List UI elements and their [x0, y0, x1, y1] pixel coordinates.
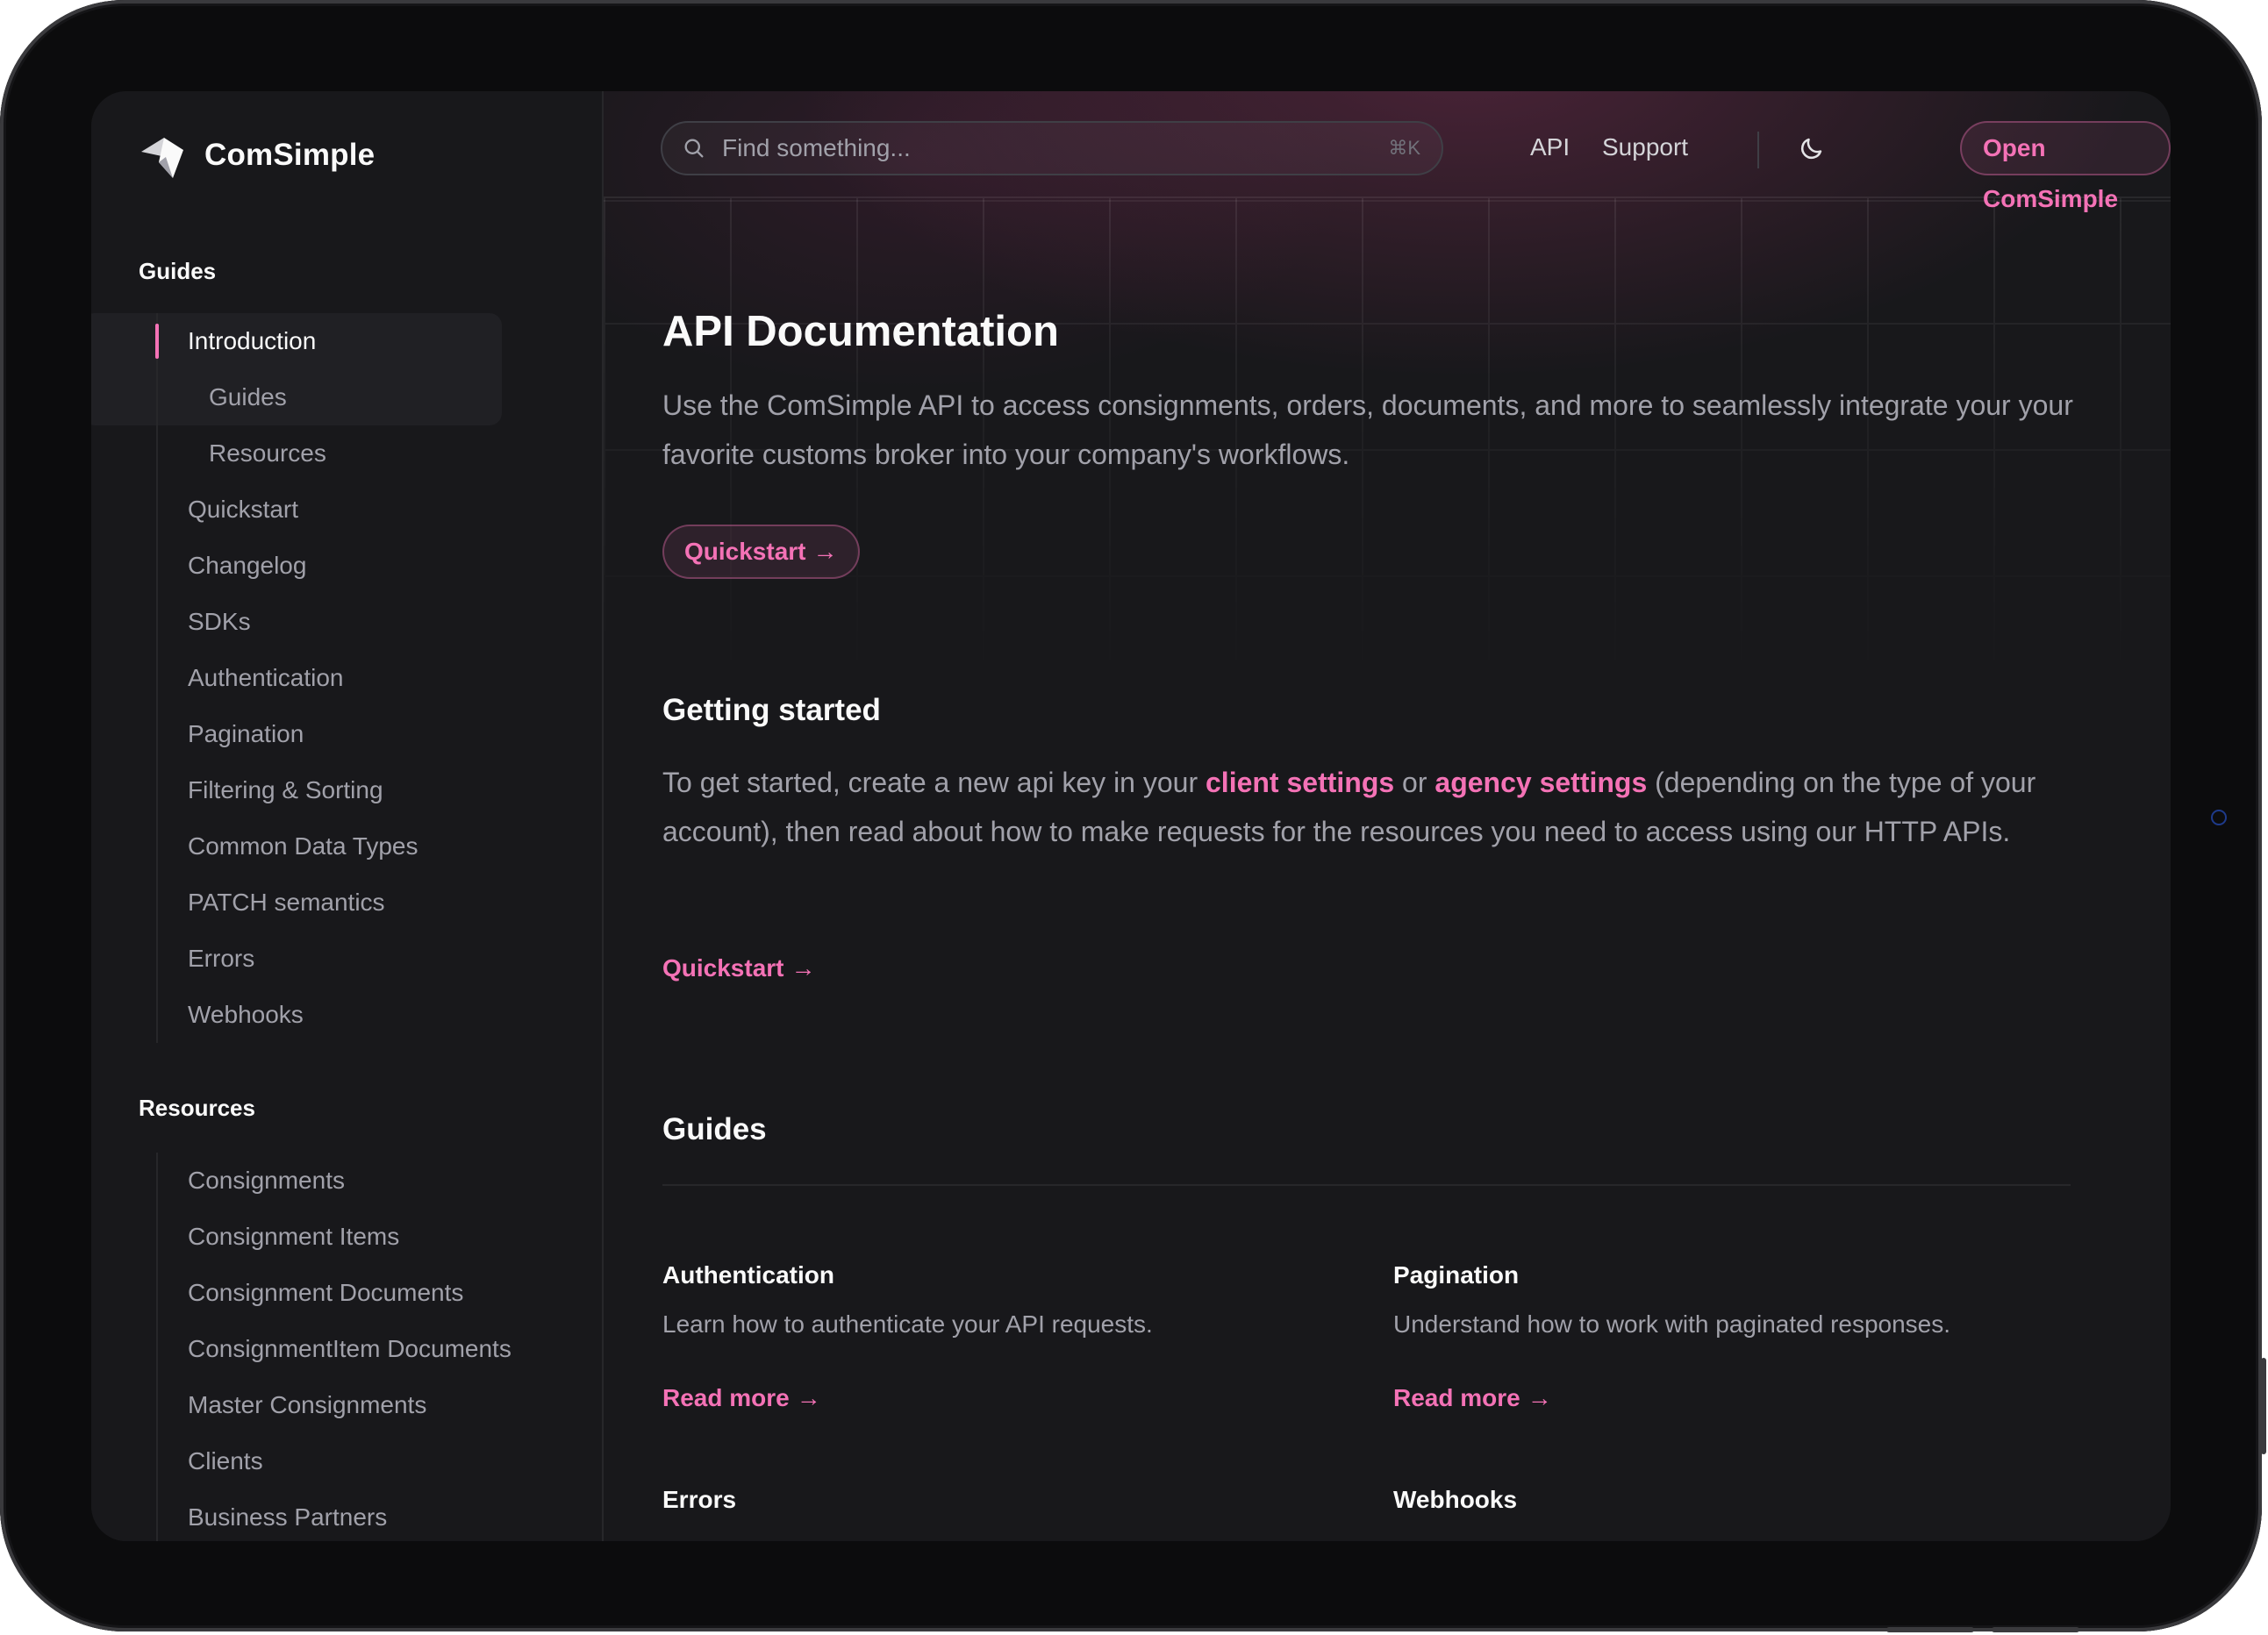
tablet-frame: ComSimple Guides Introduction Guides Resou… [0, 0, 2266, 1632]
read-more-link[interactable]: Read more → [1393, 1384, 1552, 1412]
guide-card-description: Understand how to work with paginated re… [1393, 1310, 1951, 1338]
hardware-button [2261, 1358, 2266, 1454]
sidebar-item-consignment-documents[interactable]: Consignment Documents [151, 1265, 562, 1321]
resources-nav: Consignments Consignment Items Consignment… [151, 1153, 562, 1541]
sidebar-item-business-partners[interactable]: Business Partners [151, 1489, 562, 1541]
sidebar-item-consignment-items[interactable]: Consignment Items [151, 1209, 562, 1265]
guides-nav: Introduction Guides Resources Quickstart Cha… [151, 313, 562, 1043]
getting-started-text-1: To get started, create a new api key in … [662, 767, 1206, 798]
sidebar-item-introduction[interactable]: Introduction [151, 313, 562, 369]
section-title-guides: Guides [662, 1112, 767, 1146]
sidebar-item-clients[interactable]: Clients [151, 1433, 562, 1489]
search-input[interactable]: Find something... ⌘K [661, 121, 1443, 175]
sidebar-item-webhooks[interactable]: Webhooks [151, 987, 562, 1043]
guide-card-description: Learn how to authenticate your API reque… [662, 1310, 1153, 1338]
hardware-button [1992, 1627, 2079, 1632]
brand-name: ComSimple [204, 138, 376, 172]
sidebar-item-pagination[interactable]: Pagination [151, 706, 562, 762]
main-content: Find something... ⌘K API Support Open Co… [604, 91, 2171, 1541]
quickstart-button-label: Quickstart [684, 538, 806, 565]
getting-started-text: To get started, create a new api key in … [662, 758, 2066, 856]
sidebar-item-changelog[interactable]: Changelog [151, 538, 562, 594]
arrow-right-icon: → [812, 538, 838, 565]
getting-started-text-2: or [1394, 767, 1435, 798]
client-settings-link[interactable]: client settings [1206, 767, 1394, 798]
quickstart-link[interactable]: Quickstart → [662, 954, 816, 982]
search-shortcut: ⌘K [1388, 137, 1420, 159]
agency-settings-link[interactable]: agency settings [1434, 767, 1647, 798]
sidebar-item-master-consignments[interactable]: Master Consignments [151, 1377, 562, 1433]
open-app-button[interactable]: Open ComSimple [1960, 121, 2171, 212]
search-icon [684, 139, 704, 158]
section-divider [662, 1184, 2071, 1186]
sidebar-item-quickstart[interactable]: Quickstart [151, 482, 562, 538]
quickstart-link-label: Quickstart [662, 954, 784, 982]
quickstart-button[interactable]: Quickstart → [662, 525, 860, 579]
sidebar-item-authentication[interactable]: Authentication [151, 650, 562, 706]
read-more-label: Read more [1393, 1384, 1520, 1411]
top-bar: Find something... ⌘K API Support Open Co… [604, 91, 2171, 212]
scroll-indicator [2211, 810, 2227, 825]
guide-card-title: Authentication [662, 1261, 834, 1289]
moon-icon[interactable] [1797, 133, 1827, 163]
page-lead: Use the ComSimple API to access consignm… [662, 389, 2073, 470]
sidebar-item-filtering-sorting[interactable]: Filtering & Sorting [151, 762, 562, 818]
sidebar-item-common-data-types[interactable]: Common Data Types [151, 818, 562, 875]
guide-card-title: Pagination [1393, 1261, 1520, 1289]
search-placeholder: Find something... [722, 134, 911, 161]
arrow-right-icon: → [796, 1384, 821, 1411]
app-window: ComSimple Guides Introduction Guides Resou… [91, 91, 2171, 1541]
active-indicator [155, 324, 159, 359]
page-title: API Documentation [662, 308, 1059, 355]
sidebar-item-guides[interactable]: Guides [151, 369, 562, 425]
logo-icon [141, 138, 183, 178]
guide-card-title: Errors [662, 1486, 737, 1513]
read-more-link[interactable]: Read more → [662, 1384, 821, 1412]
nav-link-api[interactable]: API [1530, 126, 1570, 168]
sidebar-item-errors[interactable]: Errors [151, 931, 562, 987]
topbar-divider [1757, 132, 1759, 168]
sidebar-item-resources[interactable]: Resources [151, 425, 562, 482]
brand-logo[interactable]: ComSimple [140, 131, 375, 180]
sidebar-item-sdks[interactable]: SDKs [151, 594, 562, 650]
guide-card-title: Webhooks [1393, 1486, 1518, 1513]
nav-link-support[interactable]: Support [1602, 126, 1688, 168]
read-more-label: Read more [662, 1384, 790, 1411]
arrow-right-icon: → [1527, 1384, 1552, 1411]
sidebar-item-consignments[interactable]: Consignments [151, 1153, 562, 1209]
sidebar-section-guides: Guides [139, 258, 217, 284]
hardware-button [1886, 1627, 1974, 1632]
sidebar-item-patch-semantics[interactable]: PATCH semantics [151, 875, 562, 931]
arrow-right-icon: → [791, 954, 816, 982]
sidebar-item-consignmentitem-documents[interactable]: ConsignmentItem Documents [151, 1321, 562, 1377]
sidebar: ComSimple Guides Introduction Guides Resou… [91, 91, 604, 1541]
sidebar-section-resources: Resources [139, 1095, 255, 1121]
section-title-getting-started: Getting started [662, 693, 881, 727]
